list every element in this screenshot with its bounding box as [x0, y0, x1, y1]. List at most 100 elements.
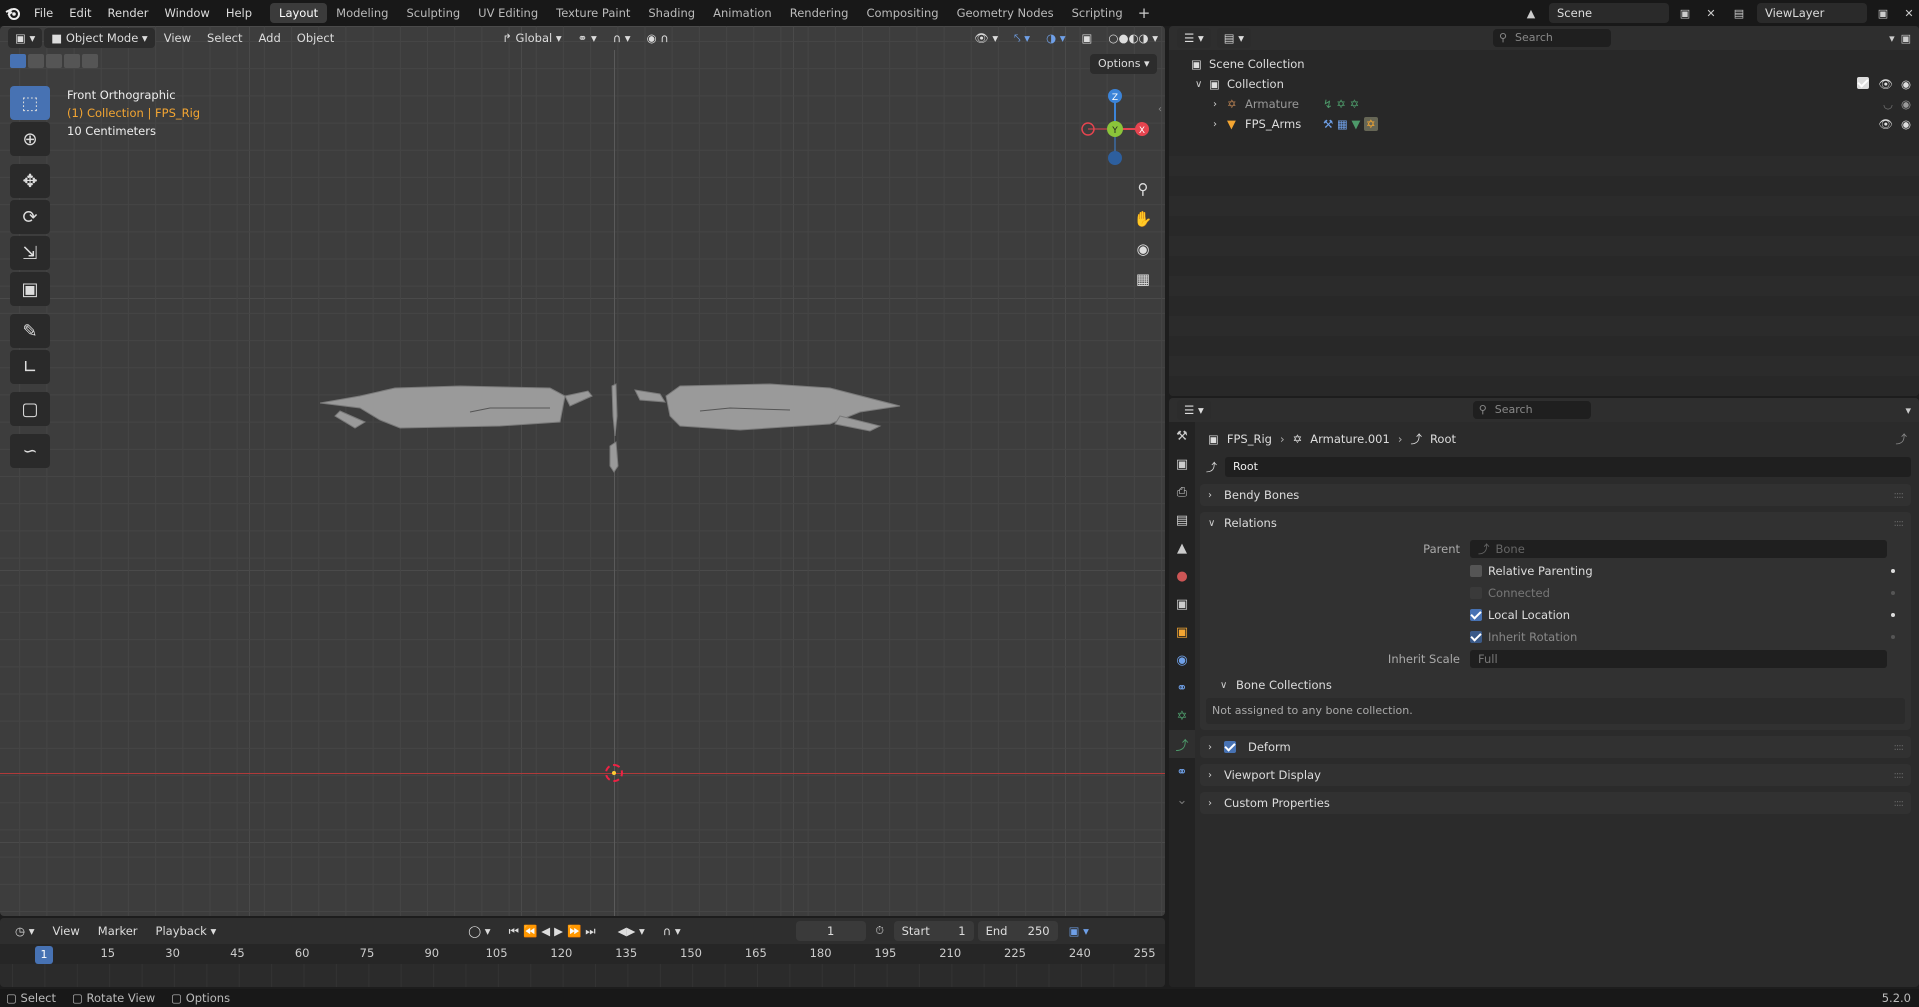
outliner-editor-type-button[interactable]: ☰ ▾ — [1177, 28, 1211, 48]
menu-object[interactable]: Object — [290, 28, 341, 48]
start-frame-field[interactable]: Start 1 — [893, 921, 974, 941]
collection-render-icon[interactable]: ◉ — [1901, 77, 1911, 91]
timeline-track-area[interactable] — [0, 964, 1165, 987]
menu-view[interactable]: View — [157, 28, 198, 48]
pivot-point-icon[interactable]: ⚭ ▾ — [571, 28, 604, 48]
playback-controls[interactable]: ⏮⏪◀▶⏩⏭ — [502, 921, 607, 941]
inherit-scale-dropdown[interactable]: Full — [1470, 650, 1887, 668]
tab-rendering[interactable]: Rendering — [781, 3, 858, 23]
timeline-menu-playback[interactable]: Playback ▾ — [149, 921, 224, 941]
stopwatch-icon[interactable]: ⏱ — [870, 924, 890, 938]
connected-row[interactable]: Connected — [1200, 582, 1911, 604]
curve-tool-icon[interactable]: ∽ — [10, 434, 50, 468]
inherit-rotation-row[interactable]: Inherit Rotation — [1200, 626, 1911, 648]
select-extend-button[interactable] — [28, 54, 44, 68]
output-tab-icon[interactable]: ⎙ — [1169, 478, 1195, 506]
select-invert-button[interactable] — [64, 54, 80, 68]
menu-help[interactable]: Help — [218, 3, 260, 23]
new-scene-icon[interactable]: ▣ — [1675, 7, 1695, 20]
collection-row[interactable]: ∨ ▣ Collection 👁 ◉ — [1169, 74, 1919, 94]
measure-tool-icon[interactable]: ∟ — [10, 350, 50, 384]
xray-toggle-icon[interactable]: ▣ — [1075, 28, 1100, 48]
parent-field[interactable]: ⤴ Bone — [1470, 540, 1887, 558]
move-tool-icon[interactable]: ✥ — [10, 164, 50, 198]
navigation-gizmo[interactable]: Z X Y — [1070, 84, 1160, 174]
timeline-view-options-icon[interactable]: ▣ ▾ — [1062, 921, 1096, 941]
tab-scripting[interactable]: Scripting — [1063, 3, 1132, 23]
select-subtract-button[interactable] — [46, 54, 62, 68]
grid-view-icon[interactable]: ▦ — [1130, 266, 1156, 292]
timeline-menu-marker[interactable]: Marker — [91, 921, 145, 941]
tab-animation[interactable]: Animation — [704, 3, 781, 23]
scene-collection-row[interactable]: ▣ Scene Collection — [1169, 54, 1919, 74]
snap-timeline-icon[interactable]: ∩ ▾ — [656, 921, 688, 941]
more-tabs-icon[interactable]: ⌄ — [1169, 786, 1195, 814]
render-tab-icon[interactable]: ▣ — [1169, 450, 1195, 478]
tab-compositing[interactable]: Compositing — [857, 3, 947, 23]
select-new-button[interactable] — [10, 54, 26, 68]
select-intersect-button[interactable] — [82, 54, 98, 68]
pan-hand-icon[interactable]: ✋ — [1130, 206, 1156, 232]
select-box-tool-icon[interactable]: ⬚ — [10, 86, 50, 120]
snap-icon[interactable]: ∩ ▾ — [606, 28, 638, 48]
remove-view-layer-icon[interactable]: ✕ — [1899, 7, 1919, 20]
3d-viewport[interactable]: ▣ ▾ ■ Object Mode ▾ View Select Add Obje… — [0, 26, 1165, 916]
timeline-editor-type-button[interactable]: ◷ ▾ — [8, 921, 41, 941]
frame-ruler[interactable]: 1 15 30 45 60 75 90 105 120 135 150 165 180 195 210 225… — [0, 944, 1165, 964]
tab-geometry-nodes[interactable]: Geometry Nodes — [948, 3, 1063, 23]
3d-cursor-icon[interactable] — [605, 764, 623, 782]
outliner-item-armature[interactable]: › ✡ Armature ↯ ✡ ✡ ◡ ◉ — [1169, 94, 1919, 114]
outliner-search-input[interactable]: ⚲ Search — [1493, 29, 1612, 47]
scene-icon[interactable]: ▲ — [1519, 7, 1543, 20]
deform-checkbox[interactable] — [1224, 741, 1236, 753]
scene-field[interactable]: Scene — [1549, 3, 1669, 23]
outliner-item-fps-arms[interactable]: › ▼ FPS_Arms ⚒ ▦ ▼ ✡ 👁 ◉ — [1169, 114, 1919, 134]
menu-render[interactable]: Render — [100, 3, 157, 23]
outliner-filter-icon[interactable]: ▾ — [1889, 32, 1895, 45]
add-cube-tool-icon[interactable]: ▢ — [10, 392, 50, 426]
panel-header-custom-properties[interactable]: › Custom Properties:::: — [1200, 792, 1911, 814]
armature-render-icon[interactable]: ◉ — [1901, 97, 1911, 111]
chevron-down-icon[interactable]: ∨ — [1195, 79, 1205, 90]
scene-tab-icon[interactable]: ▲ — [1169, 534, 1195, 562]
armature-data-tab-icon[interactable]: ✡ — [1169, 702, 1195, 730]
transform-orientation-dropdown[interactable]: ↱ Global ▾ — [495, 28, 568, 48]
current-frame-field[interactable]: 1 — [795, 921, 866, 941]
relative-parenting-checkbox[interactable] — [1470, 565, 1482, 577]
properties-search-input[interactable]: ⚲ Search — [1472, 401, 1591, 419]
tool-tab-icon[interactable]: ⚒ — [1169, 422, 1195, 450]
local-location-row[interactable]: Local Location — [1200, 604, 1911, 626]
view-layer-tab-icon[interactable]: ▤ — [1169, 506, 1195, 534]
annotate-tool-icon[interactable]: ✎ — [10, 314, 50, 348]
blender-logo-icon[interactable] — [0, 0, 26, 26]
menu-add[interactable]: Add — [252, 28, 288, 48]
menu-select[interactable]: Select — [200, 28, 249, 48]
object-tab-icon[interactable]: ▣ — [1169, 618, 1195, 646]
shading-modes-icon[interactable]: ○●◐◑ ▾ — [1101, 28, 1165, 48]
scale-tool-icon[interactable]: ⇲ — [10, 236, 50, 270]
outliner-display-mode-button[interactable]: ▤ ▾ — [1216, 28, 1252, 48]
tab-texture-paint[interactable]: Texture Paint — [547, 3, 639, 23]
timeline-menu-view[interactable]: View — [45, 921, 86, 941]
new-collection-icon[interactable]: ▣ — [1901, 32, 1911, 45]
chevron-right-icon[interactable]: › — [1213, 119, 1223, 130]
visibility-icon[interactable]: 👁 ▾ — [967, 28, 1005, 48]
zoom-icon[interactable]: ⚲ — [1130, 176, 1156, 202]
keyframe-jump-icon[interactable]: ◀▶ ▾ — [611, 921, 652, 941]
subpanel-header-bone-collections[interactable]: ∨ Bone Collections — [1200, 674, 1911, 696]
view-layer-icon[interactable]: ▤ — [1727, 7, 1751, 20]
menu-edit[interactable]: Edit — [61, 3, 99, 23]
fps-arms-render-icon[interactable]: ◉ — [1901, 117, 1911, 131]
view-layer-field[interactable]: ViewLayer — [1757, 3, 1867, 23]
tab-uv-editing[interactable]: UV Editing — [469, 3, 547, 23]
fps-arms-visibility-icon[interactable]: 👁 — [1878, 117, 1893, 131]
panel-header-bendy-bones[interactable]: › Bendy Bones:::: — [1200, 484, 1911, 506]
collection-tab-icon[interactable]: ▣ — [1169, 590, 1195, 618]
bone-tab-icon[interactable]: ⤴ — [1169, 730, 1195, 758]
connected-checkbox[interactable] — [1470, 587, 1482, 599]
chevron-right-icon[interactable]: › — [1213, 99, 1223, 110]
armature-hidden-icon[interactable]: ◡ — [1883, 97, 1893, 111]
collection-exclude-checkbox[interactable] — [1857, 76, 1875, 92]
relative-parenting-row[interactable]: Relative Parenting — [1200, 560, 1911, 582]
tab-layout[interactable]: Layout — [270, 3, 328, 23]
